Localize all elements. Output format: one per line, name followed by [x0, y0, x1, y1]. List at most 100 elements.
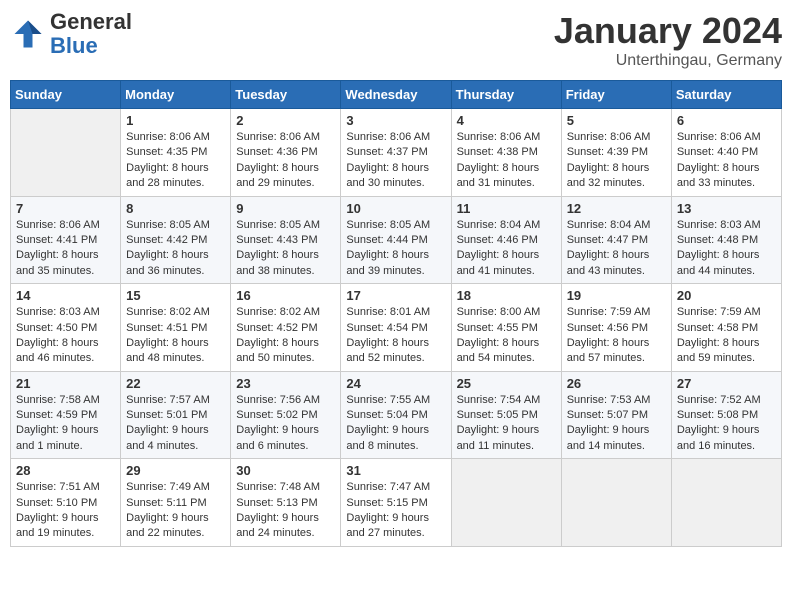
- day-number: 20: [677, 288, 776, 303]
- day-number: 4: [457, 113, 556, 128]
- header-sunday: Sunday: [11, 81, 121, 109]
- calendar-cell: 2 Sunrise: 8:06 AMSunset: 4:36 PMDaylight…: [231, 109, 341, 197]
- day-number: 26: [567, 376, 666, 391]
- day-info: Sunrise: 8:04 AMSunset: 4:47 PMDaylight:…: [567, 218, 666, 280]
- calendar-cell: 30Sunrise: 7:48 AMSunset: 5:13 PMDayligh…: [231, 459, 341, 547]
- day-number: 25: [457, 376, 556, 391]
- day-number: 13: [677, 201, 776, 216]
- day-info: Sunrise: 8:02 AMSunset: 4:51 PMDaylight:…: [126, 305, 225, 367]
- calendar-cell: 24Sunrise: 7:55 AMSunset: 5:04 PMDayligh…: [341, 371, 451, 459]
- location-title: Unterthingau, Germany: [554, 52, 782, 70]
- calendar-cell: 19Sunrise: 7:59 AMSunset: 4:56 PMDayligh…: [561, 284, 671, 372]
- day-info: Sunrise: 7:59 AMSunset: 4:58 PMDaylight:…: [677, 305, 776, 367]
- calendar-cell: 31Sunrise: 7:47 AMSunset: 5:15 PMDayligh…: [341, 459, 451, 547]
- day-info: Sunrise: 8:03 AMSunset: 4:50 PMDaylight:…: [16, 305, 115, 367]
- day-number: 11: [457, 201, 556, 216]
- logo-icon: [10, 16, 46, 52]
- calendar-cell: [671, 459, 781, 547]
- day-number: 23: [236, 376, 335, 391]
- day-number: 19: [567, 288, 666, 303]
- title-block: January 2024 Unterthingau, Germany: [554, 10, 782, 70]
- day-number: 29: [126, 463, 225, 478]
- day-info: Sunrise: 7:53 AMSunset: 5:07 PMDaylight:…: [567, 393, 666, 455]
- calendar-cell: 15 Sunrise: 8:02 AMSunset: 4:51 PMDayligh…: [121, 284, 231, 372]
- day-info: Sunrise: 8:05 AMSunset: 4:44 PMDaylight:…: [346, 218, 445, 280]
- calendar-cell: 12 Sunrise: 8:04 AMSunset: 4:47 PMDayligh…: [561, 196, 671, 284]
- calendar-cell: 27 Sunrise: 7:52 AMSunset: 5:08 PMDayligh…: [671, 371, 781, 459]
- day-number: 21: [16, 376, 115, 391]
- day-info: Sunrise: 8:06 AMSunset: 4:40 PMDaylight:…: [677, 130, 776, 192]
- calendar-cell: 5 Sunrise: 8:06 AMSunset: 4:39 PMDaylight…: [561, 109, 671, 197]
- calendar-header-row: SundayMondayTuesdayWednesdayThursdayFrid…: [11, 81, 782, 109]
- day-number: 31: [346, 463, 445, 478]
- calendar-cell: 3Sunrise: 8:06 AMSunset: 4:37 PMDaylight…: [341, 109, 451, 197]
- header-saturday: Saturday: [671, 81, 781, 109]
- header-monday: Monday: [121, 81, 231, 109]
- day-number: 15: [126, 288, 225, 303]
- day-number: 17: [346, 288, 445, 303]
- calendar-cell: 26 Sunrise: 7:53 AMSunset: 5:07 PMDayligh…: [561, 371, 671, 459]
- calendar-week-4: 21Sunrise: 7:58 AMSunset: 4:59 PMDayligh…: [11, 371, 782, 459]
- calendar-cell: [451, 459, 561, 547]
- calendar-cell: 14 Sunrise: 8:03 AMSunset: 4:50 PMDayligh…: [11, 284, 121, 372]
- day-info: Sunrise: 8:00 AMSunset: 4:55 PMDaylight:…: [457, 305, 556, 367]
- calendar-cell: 17 Sunrise: 8:01 AMSunset: 4:54 PMDayligh…: [341, 284, 451, 372]
- day-number: 2: [236, 113, 335, 128]
- calendar-cell: 8Sunrise: 8:05 AMSunset: 4:42 PMDaylight…: [121, 196, 231, 284]
- logo-blue: Blue: [50, 33, 98, 58]
- calendar-cell: 9 Sunrise: 8:05 AMSunset: 4:43 PMDaylight…: [231, 196, 341, 284]
- day-number: 18: [457, 288, 556, 303]
- day-info: Sunrise: 8:06 AMSunset: 4:36 PMDaylight:…: [236, 130, 335, 192]
- calendar-cell: 21Sunrise: 7:58 AMSunset: 4:59 PMDayligh…: [11, 371, 121, 459]
- day-number: 5: [567, 113, 666, 128]
- day-info: Sunrise: 8:06 AMSunset: 4:35 PMDaylight:…: [126, 130, 225, 192]
- header-thursday: Thursday: [451, 81, 561, 109]
- day-info: Sunrise: 7:56 AMSunset: 5:02 PMDaylight:…: [236, 393, 335, 455]
- day-info: Sunrise: 8:06 AMSunset: 4:37 PMDaylight:…: [346, 130, 445, 192]
- day-info: Sunrise: 8:02 AMSunset: 4:52 PMDaylight:…: [236, 305, 335, 367]
- day-info: Sunrise: 8:06 AMSunset: 4:38 PMDaylight:…: [457, 130, 556, 192]
- day-number: 28: [16, 463, 115, 478]
- calendar-cell: 10 Sunrise: 8:05 AMSunset: 4:44 PMDayligh…: [341, 196, 451, 284]
- day-info: Sunrise: 8:06 AMSunset: 4:39 PMDaylight:…: [567, 130, 666, 192]
- logo-text: General Blue: [50, 10, 132, 58]
- day-info: Sunrise: 7:55 AMSunset: 5:04 PMDaylight:…: [346, 393, 445, 455]
- calendar-table: SundayMondayTuesdayWednesdayThursdayFrid…: [10, 80, 782, 547]
- day-number: 22: [126, 376, 225, 391]
- calendar-cell: 22Sunrise: 7:57 AMSunset: 5:01 PMDayligh…: [121, 371, 231, 459]
- calendar-cell: 18 Sunrise: 8:00 AMSunset: 4:55 PMDayligh…: [451, 284, 561, 372]
- calendar-cell: 4 Sunrise: 8:06 AMSunset: 4:38 PMDaylight…: [451, 109, 561, 197]
- day-number: 14: [16, 288, 115, 303]
- day-number: 10: [346, 201, 445, 216]
- calendar-week-5: 28Sunrise: 7:51 AMSunset: 5:10 PMDayligh…: [11, 459, 782, 547]
- header-friday: Friday: [561, 81, 671, 109]
- calendar-cell: 23 Sunrise: 7:56 AMSunset: 5:02 PMDayligh…: [231, 371, 341, 459]
- day-info: Sunrise: 8:03 AMSunset: 4:48 PMDaylight:…: [677, 218, 776, 280]
- logo: General Blue: [10, 10, 132, 58]
- day-info: Sunrise: 8:05 AMSunset: 4:43 PMDaylight:…: [236, 218, 335, 280]
- day-info: Sunrise: 7:48 AMSunset: 5:13 PMDaylight:…: [236, 480, 335, 542]
- calendar-cell: 28Sunrise: 7:51 AMSunset: 5:10 PMDayligh…: [11, 459, 121, 547]
- day-number: 8: [126, 201, 225, 216]
- logo-general: General: [50, 9, 132, 34]
- day-number: 16: [236, 288, 335, 303]
- day-info: Sunrise: 8:01 AMSunset: 4:54 PMDaylight:…: [346, 305, 445, 367]
- day-number: 9: [236, 201, 335, 216]
- calendar-week-1: 1Sunrise: 8:06 AMSunset: 4:35 PMDaylight…: [11, 109, 782, 197]
- day-info: Sunrise: 7:49 AMSunset: 5:11 PMDaylight:…: [126, 480, 225, 542]
- calendar-cell: [561, 459, 671, 547]
- calendar-cell: 6Sunrise: 8:06 AMSunset: 4:40 PMDaylight…: [671, 109, 781, 197]
- calendar-cell: 20 Sunrise: 7:59 AMSunset: 4:58 PMDayligh…: [671, 284, 781, 372]
- calendar-week-2: 7Sunrise: 8:06 AMSunset: 4:41 PMDaylight…: [11, 196, 782, 284]
- day-number: 27: [677, 376, 776, 391]
- day-number: 7: [16, 201, 115, 216]
- calendar-cell: 11Sunrise: 8:04 AMSunset: 4:46 PMDayligh…: [451, 196, 561, 284]
- calendar-cell: 1Sunrise: 8:06 AMSunset: 4:35 PMDaylight…: [121, 109, 231, 197]
- calendar-cell: 13 Sunrise: 8:03 AMSunset: 4:48 PMDayligh…: [671, 196, 781, 284]
- page-header: General Blue January 2024 Unterthingau, …: [10, 10, 782, 70]
- calendar-cell: 16 Sunrise: 8:02 AMSunset: 4:52 PMDayligh…: [231, 284, 341, 372]
- day-info: Sunrise: 7:52 AMSunset: 5:08 PMDaylight:…: [677, 393, 776, 455]
- day-number: 12: [567, 201, 666, 216]
- day-info: Sunrise: 7:54 AMSunset: 5:05 PMDaylight:…: [457, 393, 556, 455]
- header-wednesday: Wednesday: [341, 81, 451, 109]
